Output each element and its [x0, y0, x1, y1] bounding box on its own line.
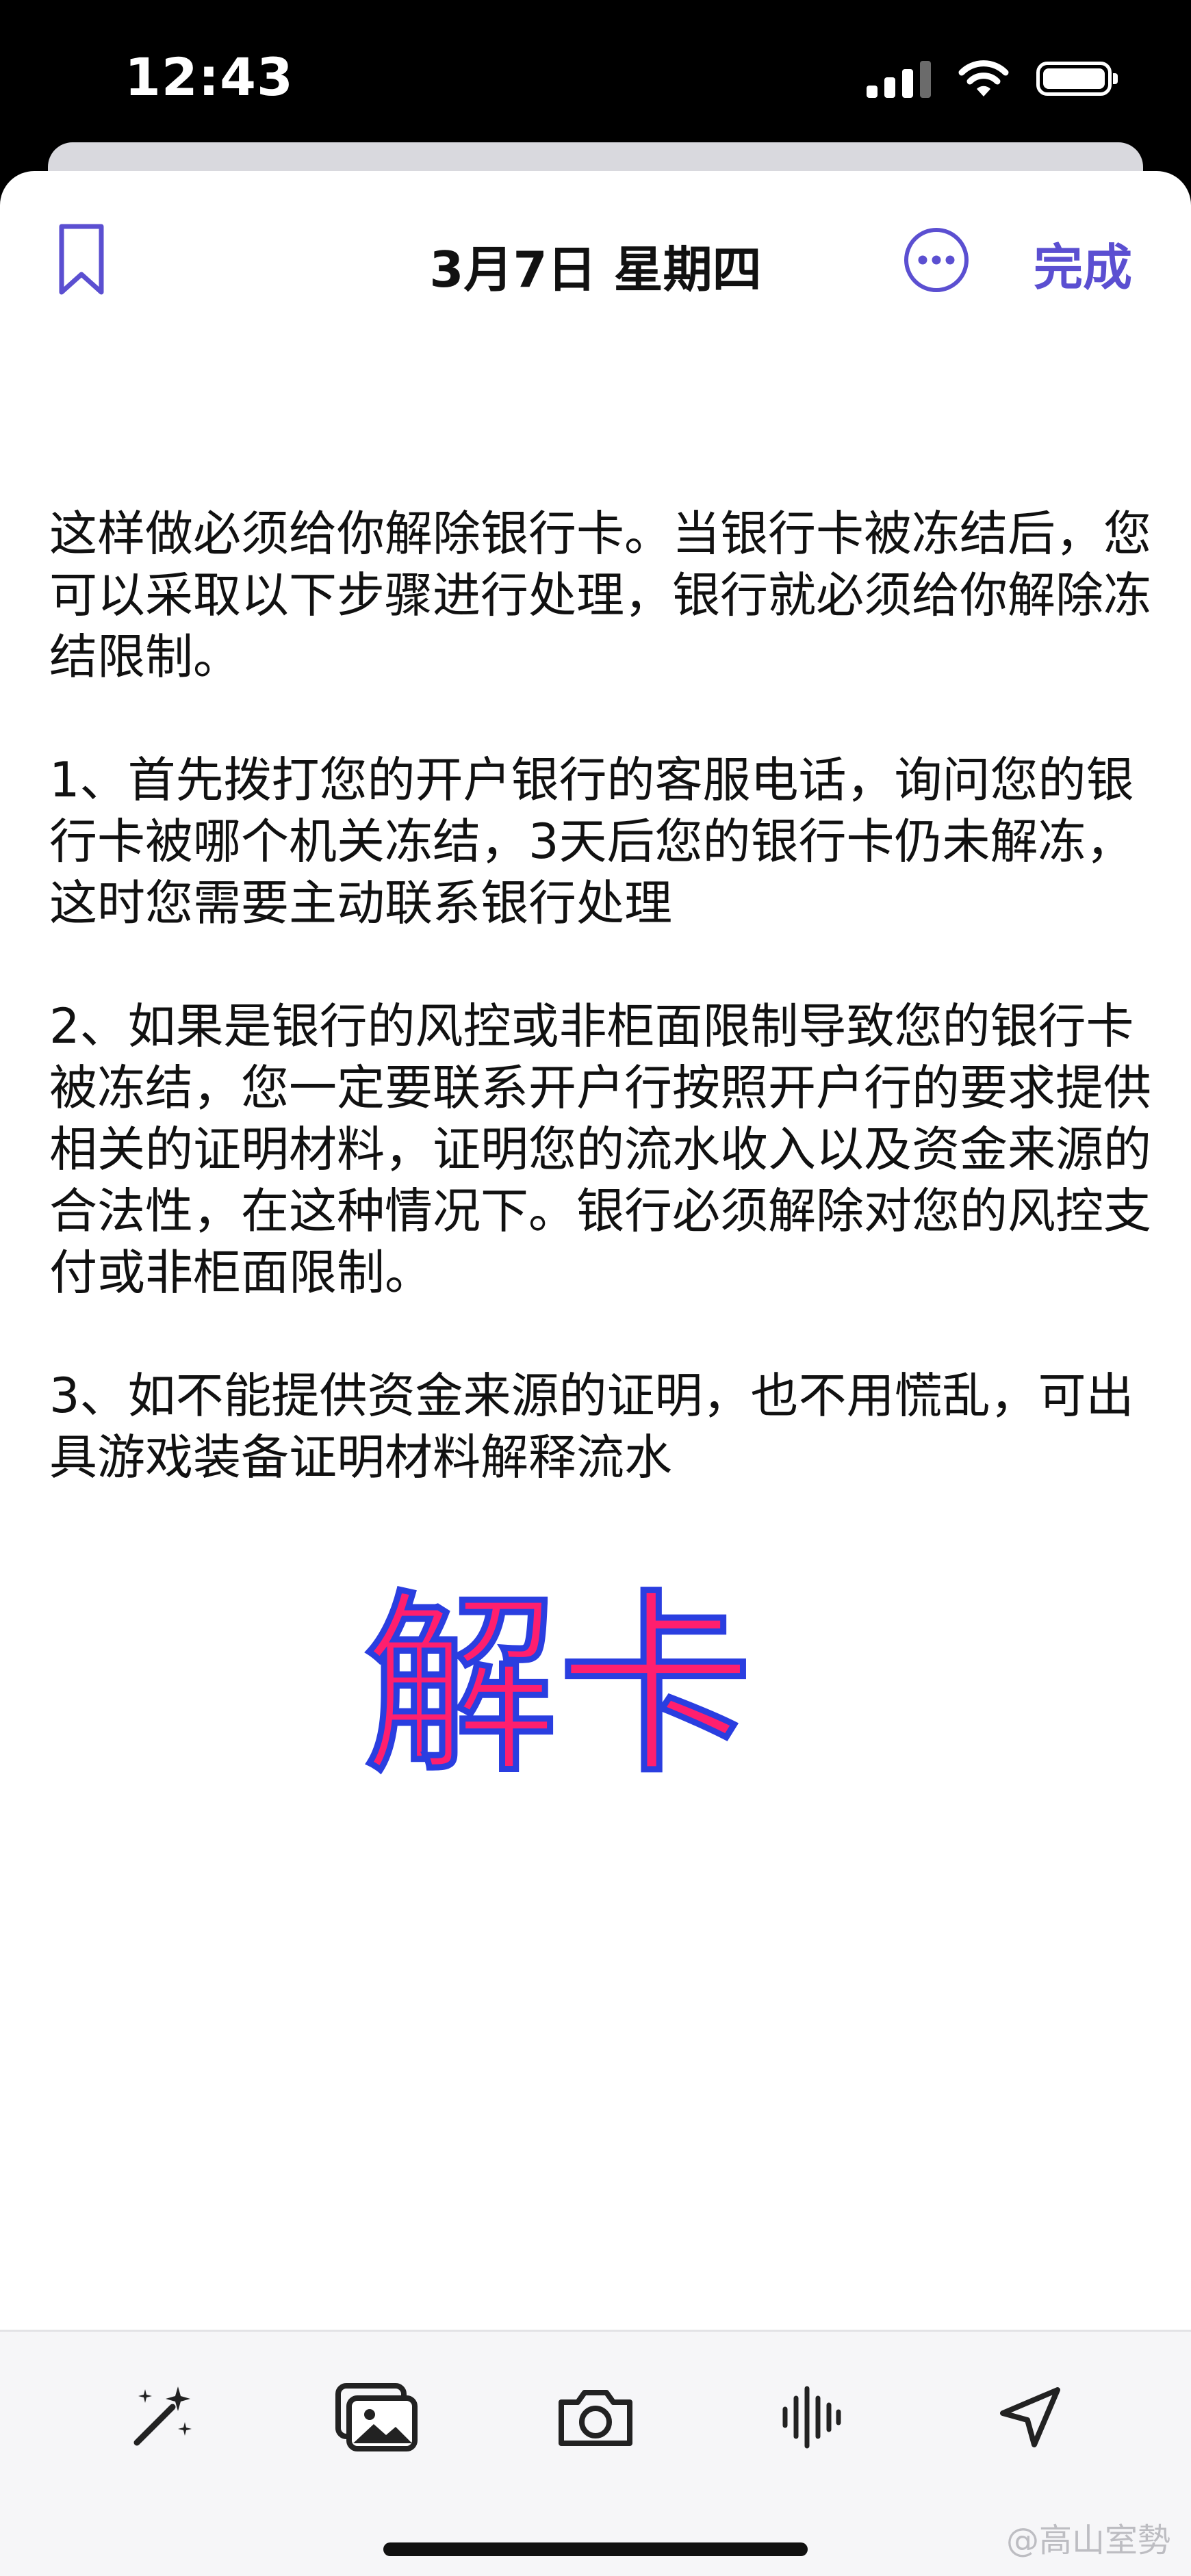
more-options-button[interactable] [902, 226, 971, 294]
location-arrow-icon [1000, 2387, 1060, 2447]
entry-body[interactable]: 这样做必须给你解除银行卡。当银行卡被冻结后，您可以采取以下步骤进行处理，银行就必… [49, 503, 1151, 1550]
camera-button[interactable] [551, 2373, 640, 2462]
home-indicator[interactable] [383, 2542, 808, 2556]
more-options-icon [904, 228, 969, 292]
status-time: 12:43 [125, 47, 294, 107]
writing-suggestions-button[interactable] [118, 2373, 207, 2462]
wifi-icon [958, 60, 1009, 96]
watermark-text: @高山室勢 [1006, 2521, 1170, 2560]
photo-library-icon [335, 2383, 418, 2451]
journal-entry-sheet: 3月7日 星期四 完成 这样做必须给你解除银行卡。当银行卡被冻结后，您可以采取以… [0, 171, 1191, 2576]
journal-app-screen: 12:43 3月7日 星期四 完成 这样做必须给你解除银行卡。当银行卡被冻结后，… [0, 0, 1191, 2576]
entry-header: 3月7日 星期四 完成 [0, 171, 1191, 349]
audio-recording-button[interactable] [767, 2373, 856, 2462]
battery-icon [1036, 62, 1118, 96]
status-icons [867, 55, 1118, 103]
watermark: @高山室勢 [1006, 2513, 1170, 2561]
done-button[interactable]: 完成 [1034, 227, 1132, 299]
audio-waveform-icon [782, 2386, 841, 2449]
paragraph-step-1: 1、首先拨打您的开户银行的客服电话，询问您的银行卡被哪个机关冻结，3天后您的银行… [49, 752, 1134, 931]
bottom-toolbar: @高山室勢 [0, 2330, 1191, 2576]
status-bar: 12:43 [0, 0, 1191, 147]
paragraph-step-2: 2、如果是银行的风控或非柜面限制导致您的银行卡被冻结，您一定要联系开户行按照开户… [49, 998, 1151, 1301]
paragraph-intro: 这样做必须给你解除银行卡。当银行卡被冻结后，您可以采取以下步骤进行处理，银行就必… [49, 506, 1151, 685]
location-button[interactable] [986, 2373, 1075, 2462]
unfreeze-card-label: 解卡 [360, 1573, 756, 1800]
magic-wand-icon [133, 2386, 192, 2446]
photo-library-button[interactable] [332, 2373, 421, 2462]
paragraph-step-3: 3、如不能提供资金来源的证明，也不用慌乱，可出具游戏装备证明材料解释流水 [49, 1368, 1134, 1485]
cellular-signal-icon [867, 60, 931, 98]
camera-icon [559, 2390, 632, 2446]
entry-date-title: 3月7日 星期四 [429, 241, 762, 298]
